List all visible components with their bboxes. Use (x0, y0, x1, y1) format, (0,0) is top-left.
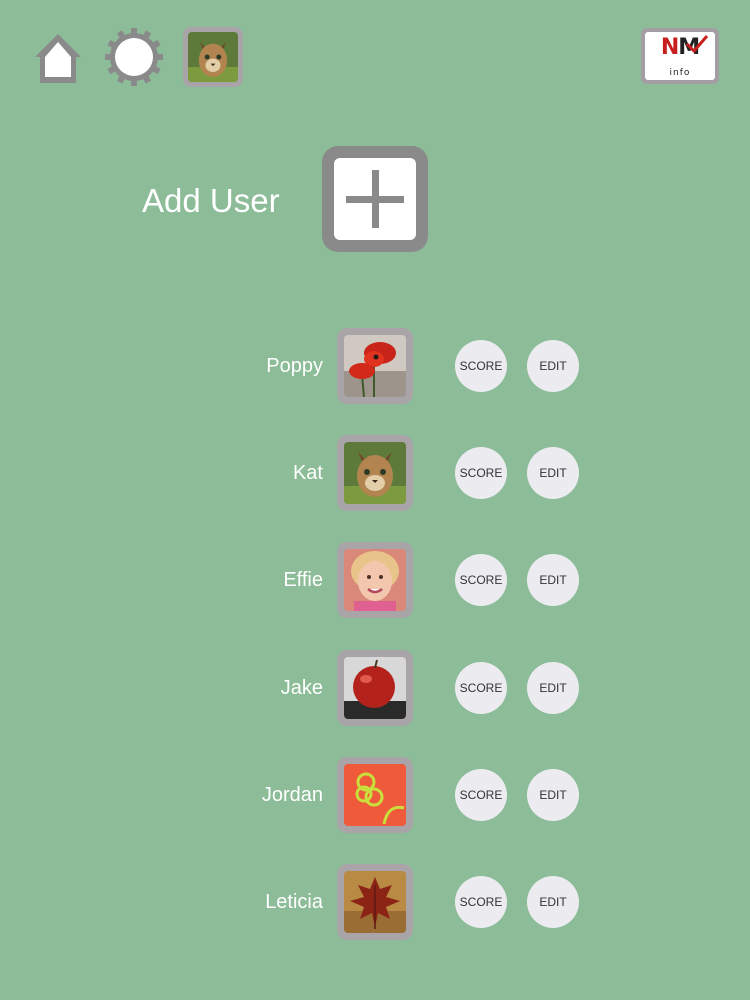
user-row: Jake SCORE EDIT (0, 650, 750, 726)
user-row: Leticia SCORE EDIT (0, 864, 750, 940)
edit-button[interactable]: EDIT (527, 554, 579, 606)
lynx-photo (188, 32, 238, 82)
user-name: Effie (283, 569, 323, 591)
user-name: Poppy (266, 355, 323, 377)
score-button[interactable]: SCORE (455, 662, 507, 714)
score-button[interactable]: SCORE (455, 447, 507, 499)
user-name: Jake (280, 677, 323, 699)
user-avatar[interactable] (337, 542, 413, 618)
score-button[interactable]: SCORE (455, 876, 507, 928)
user-name: Jordan (261, 784, 323, 806)
add-user-label: Add User (142, 182, 280, 219)
leaf-photo (344, 871, 406, 933)
logo-subtext: info (669, 68, 691, 78)
user-avatar[interactable] (337, 757, 413, 833)
user-name: Kat (292, 462, 323, 484)
home-icon (35, 34, 81, 83)
edit-button[interactable]: EDIT (527, 876, 579, 928)
user-avatar[interactable] (337, 328, 413, 404)
edit-button[interactable]: EDIT (527, 769, 579, 821)
apple-photo (344, 657, 406, 719)
score-button[interactable]: SCORE (455, 554, 507, 606)
user-row: Effie SCORE EDIT (0, 542, 750, 618)
child-photo (344, 549, 406, 611)
poppy-photo (344, 335, 406, 397)
lynx-photo (344, 442, 406, 504)
score-button[interactable]: SCORE (455, 340, 507, 392)
plus-icon (334, 158, 416, 240)
user-avatar[interactable] (337, 864, 413, 940)
home-button[interactable] (30, 30, 86, 86)
current-user-avatar[interactable] (183, 27, 243, 87)
edit-button[interactable]: EDIT (527, 662, 579, 714)
edit-button[interactable]: EDIT (527, 340, 579, 392)
nm-info-logo: NM info (645, 32, 715, 80)
checkmark-icon (685, 35, 709, 54)
user-row: Kat SCORE EDIT (0, 435, 750, 511)
gear-icon (105, 28, 163, 86)
user-row: Jordan SCORE EDIT (0, 757, 750, 833)
user-name: Leticia (265, 891, 323, 913)
add-user-button[interactable] (322, 146, 428, 252)
rings-graphic (344, 764, 406, 826)
edit-button[interactable]: EDIT (527, 447, 579, 499)
score-button[interactable]: SCORE (455, 769, 507, 821)
user-avatar[interactable] (337, 650, 413, 726)
settings-button[interactable] (105, 28, 163, 86)
user-row: Poppy SCORE EDIT (0, 328, 750, 404)
nm-info-logo-button[interactable]: NM info (641, 28, 719, 84)
user-avatar[interactable] (337, 435, 413, 511)
